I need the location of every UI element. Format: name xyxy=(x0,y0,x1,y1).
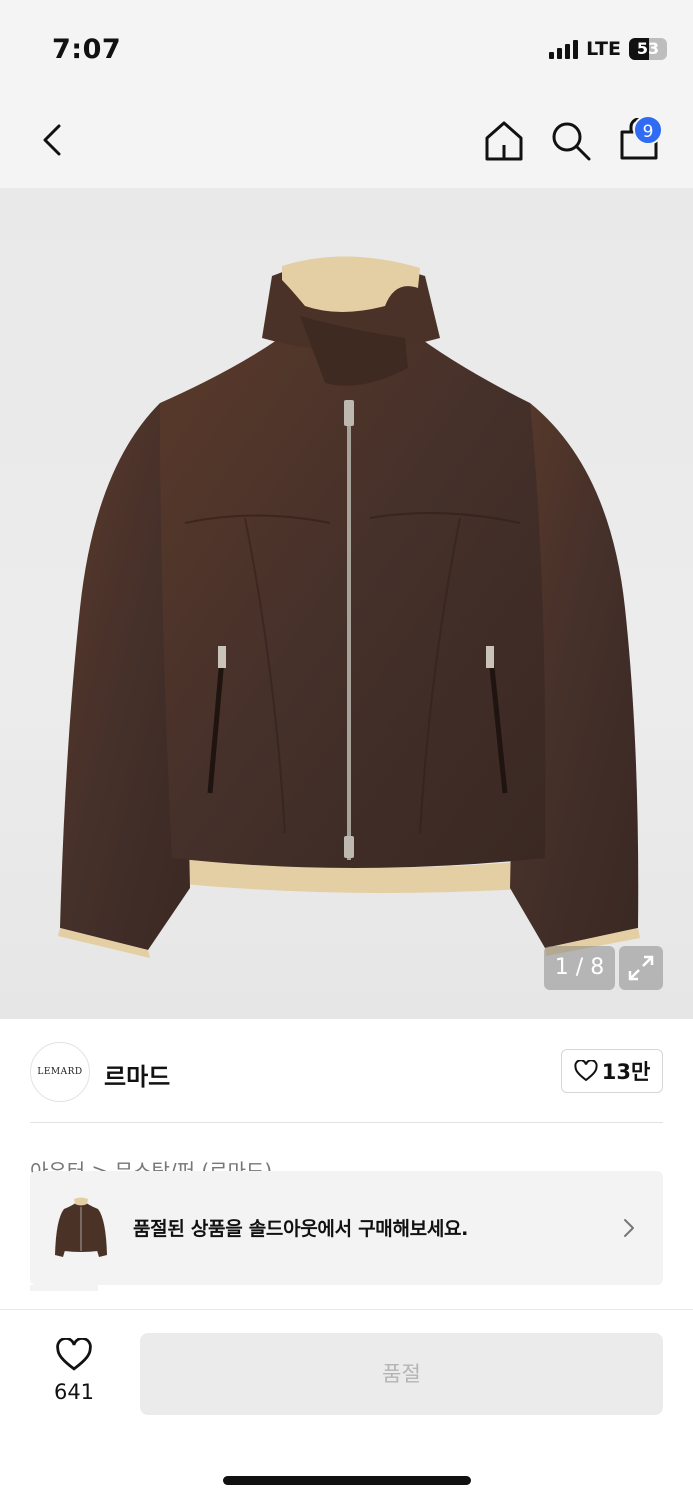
search-icon xyxy=(552,122,591,161)
heart-icon xyxy=(574,1060,598,1082)
home-button[interactable] xyxy=(484,120,524,162)
brand-like-button[interactable]: 13만 xyxy=(561,1049,663,1093)
status-time: 7:07 xyxy=(52,34,122,65)
banner-thumbnail xyxy=(55,1197,107,1257)
heart-icon xyxy=(56,1337,92,1371)
brand-name[interactable]: 르마드 xyxy=(104,1057,170,1092)
image-counter: 1 / 8 xyxy=(544,946,615,990)
status-bar: 7:07 LTE 53 xyxy=(0,0,693,92)
home-indicator xyxy=(223,1476,471,1485)
divider xyxy=(30,1122,663,1123)
brand-row[interactable]: LEMARD 르마드 13만 xyxy=(0,1019,693,1123)
brand-logo[interactable]: LEMARD xyxy=(30,1042,90,1102)
back-button[interactable] xyxy=(34,120,74,160)
search-button[interactable] xyxy=(550,120,592,162)
banner-shadow xyxy=(30,1285,98,1291)
soldout-banner[interactable]: 품절된 상품을 솔드아웃에서 구매해보세요. xyxy=(30,1171,663,1285)
wish-count: 641 xyxy=(53,1380,95,1404)
wish-button[interactable]: 641 xyxy=(42,1337,106,1410)
expand-image-button[interactable] xyxy=(619,946,663,990)
brand-like-count: 13만 xyxy=(601,1060,651,1084)
top-navigation: 9 xyxy=(0,92,693,188)
home-icon xyxy=(485,121,523,161)
bottom-divider xyxy=(0,1309,693,1310)
network-type: LTE xyxy=(586,38,621,60)
chevron-left-icon xyxy=(43,124,61,156)
banner-text: 품절된 상품을 솔드아웃에서 구매해보세요. xyxy=(133,1218,469,1240)
soldout-button[interactable]: 품절 xyxy=(140,1333,663,1415)
battery-text: 53 xyxy=(636,39,660,58)
battery-icon: 53 xyxy=(629,38,667,60)
expand-icon xyxy=(628,955,654,981)
cart-count-badge: 9 xyxy=(633,115,663,145)
status-indicators: LTE 53 xyxy=(549,38,667,60)
jacket-illustration xyxy=(58,256,640,958)
product-image[interactable] xyxy=(0,188,693,1019)
signal-icon xyxy=(549,39,579,59)
chevron-right-icon xyxy=(624,1219,634,1237)
